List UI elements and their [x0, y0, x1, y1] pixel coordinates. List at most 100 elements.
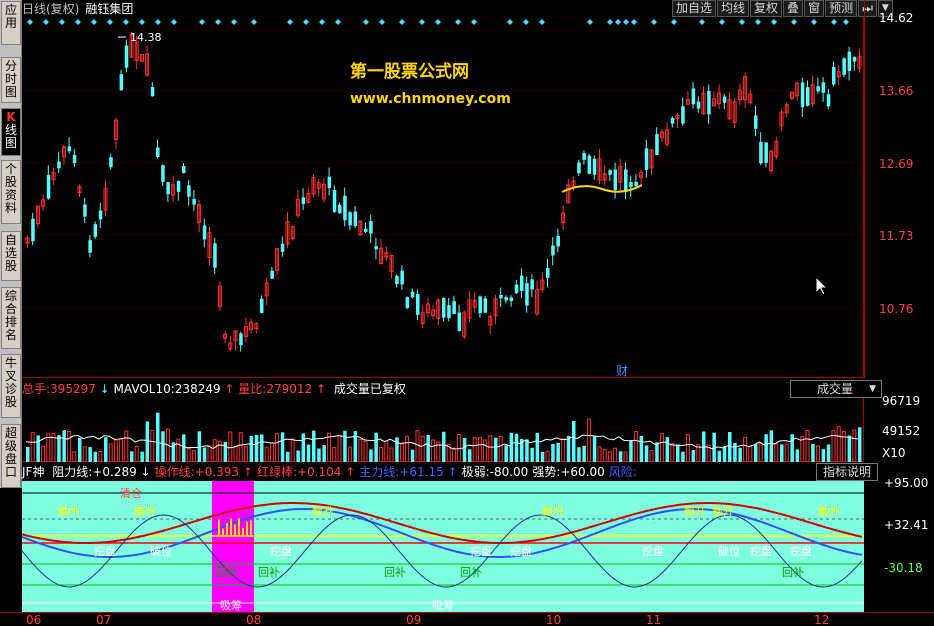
candle-body — [192, 198, 196, 205]
candle-body — [634, 181, 638, 187]
candle-body — [405, 297, 410, 308]
date-label: 12 — [814, 613, 830, 626]
volume-bar — [754, 444, 758, 462]
volume-bar — [72, 451, 77, 463]
indicator-help-button[interactable]: 指标说明 — [816, 463, 878, 481]
candle-body — [46, 174, 51, 199]
window-button[interactable]: 窗 — [804, 0, 825, 17]
price-label: 11.73 — [879, 229, 914, 243]
signal-tag: 飘升 — [58, 505, 80, 518]
signal-marker — [303, 19, 309, 25]
signal-tag: 挖盘 — [750, 544, 772, 558]
restore-button[interactable]: 复权 — [750, 0, 783, 17]
candle-body — [119, 74, 124, 91]
signal-marker — [363, 19, 369, 25]
signal-marker — [699, 19, 705, 25]
volume-bar — [353, 431, 358, 462]
volume-bar — [358, 439, 363, 463]
tab-order-book[interactable]: 超级盘口 — [1, 424, 21, 488]
candle-body — [457, 312, 462, 331]
volume-chart[interactable] — [22, 398, 864, 463]
volume-bar — [62, 430, 66, 462]
red-green-bar — [218, 519, 220, 536]
signal-tag: 飘升 — [134, 505, 156, 518]
ma-button[interactable]: 均线 — [717, 0, 750, 17]
signal-marker — [43, 19, 49, 25]
volume-bar — [451, 447, 456, 463]
tab-apps[interactable]: 应用 — [1, 1, 21, 45]
candle-body — [416, 293, 420, 315]
volume-ratio-value: 279012 — [266, 382, 313, 396]
add-watchlist-button[interactable]: 加自选 — [672, 0, 717, 17]
volume-bar — [150, 429, 155, 463]
tab-diagnosis[interactable]: 牛叉诊股 — [1, 354, 21, 418]
volume-bar — [561, 438, 566, 463]
high-price-label: 14.38 — [130, 31, 162, 44]
candle-body — [72, 154, 77, 164]
volume-indicator-select[interactable]: 成交量 ▼ — [790, 380, 882, 398]
volume-bar — [618, 451, 623, 462]
volume-bar — [659, 433, 664, 463]
volume-bar — [36, 435, 40, 462]
volume-bar — [841, 430, 846, 463]
volume-bar — [649, 450, 654, 463]
red-green-bar — [242, 528, 244, 536]
candlestick-chart[interactable]: 14.38 第一股票公式网 www.chnmoney.com 财 — [22, 17, 864, 378]
signal-marker — [139, 19, 145, 25]
volume-bar — [384, 440, 389, 463]
signal-marker — [651, 19, 657, 25]
tab-intraday[interactable]: 分时图 — [1, 57, 21, 103]
tab-kline[interactable]: K线图 — [1, 108, 21, 156]
volume-bar — [67, 431, 72, 463]
volume-bar — [858, 427, 862, 462]
volume-bar — [212, 439, 217, 463]
forecast-button[interactable]: 预测 — [825, 0, 858, 17]
volume-scale-label: X10 — [882, 446, 906, 460]
indicator-axis-label: +95.00 — [884, 476, 929, 490]
volume-bar — [130, 451, 134, 462]
candle-body — [546, 268, 550, 278]
volume-bar — [254, 434, 259, 462]
volume-bar — [275, 433, 280, 463]
volume-bar — [426, 435, 430, 462]
volume-bar — [379, 446, 384, 463]
volume-bar — [207, 445, 212, 463]
volume-bar — [98, 451, 103, 463]
overlay-button[interactable]: 叠 — [783, 0, 804, 17]
signal-marker — [91, 19, 97, 25]
indicator-value-item: 主力线:+61.15 ↑ — [359, 465, 458, 479]
volume-bar — [748, 446, 753, 463]
watermark-url: www.chnmoney.com — [350, 91, 511, 107]
signal-marker — [843, 19, 849, 25]
volume-bar — [395, 437, 399, 462]
signal-marker — [399, 19, 405, 25]
tab-ranking[interactable]: 综合排名 — [1, 287, 21, 349]
volume-bar — [442, 431, 446, 462]
tab-stock-info[interactable]: 个股资料 — [1, 160, 21, 224]
volume-bar — [410, 449, 415, 462]
date-axis: 06 07 08 09 10 11 12 — [0, 612, 934, 626]
tab-watchlist[interactable]: 自选股 — [1, 231, 21, 281]
candle-body — [83, 204, 87, 217]
candle-body — [67, 146, 72, 152]
candle-body — [499, 295, 503, 299]
volume-bar — [717, 450, 722, 462]
volume-bar — [847, 435, 852, 462]
volume-bar — [46, 433, 51, 463]
indicator-chart[interactable]: 清仓 飘升 飘升 飘升 飘升 飘升 飘升 飘升 挖盘 破位 挖盘 挖盘 挖盘 挖盘 破位 挖盘 挖盘 回补 回补 回补… — [21, 481, 864, 612]
signal-tag: 飘升 — [818, 505, 840, 518]
volume-bar — [494, 437, 498, 462]
candle-body — [213, 243, 217, 268]
candle-body — [764, 142, 768, 163]
signal-tag: 回补 — [460, 566, 482, 579]
signal-tag: 挖盘 — [790, 544, 812, 558]
volume-bar — [540, 451, 545, 462]
volume-bar — [113, 439, 118, 463]
candle-body — [655, 134, 659, 155]
volume-bar — [322, 445, 326, 462]
signal-marker — [791, 19, 797, 25]
candle-body — [629, 182, 633, 188]
volume-bar — [399, 443, 404, 463]
volume-bar — [243, 446, 248, 463]
volume-bar — [260, 434, 264, 462]
